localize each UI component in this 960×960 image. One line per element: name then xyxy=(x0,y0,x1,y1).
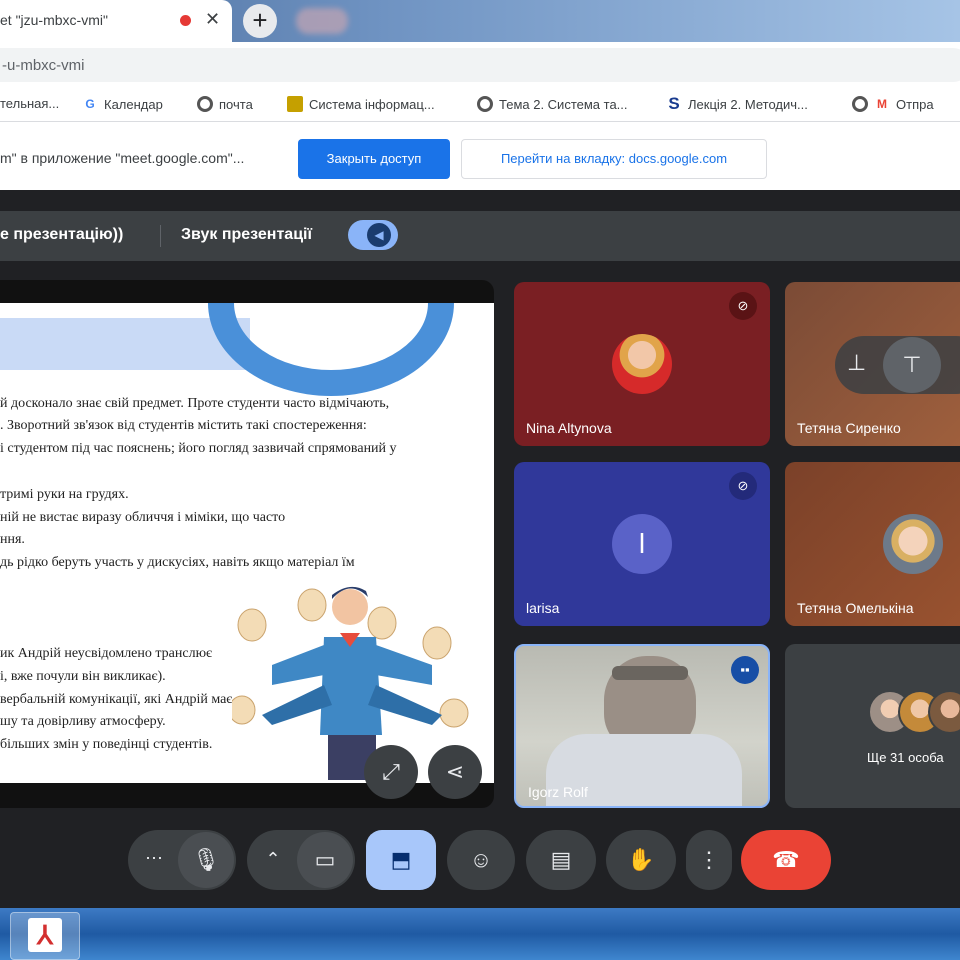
slide-text-line: більших змін у поведінці студентів. xyxy=(0,737,213,752)
avatar: l xyxy=(612,514,672,574)
tab-title: et "jzu-mbxc-vmi" xyxy=(0,12,108,28)
mic-button[interactable]: 🎙 xyxy=(178,832,234,888)
emoji-button[interactable]: ☺ xyxy=(447,830,515,890)
gmail-icon: M xyxy=(877,97,887,111)
speaking-indicator-icon: ▪▪ xyxy=(731,656,759,684)
more-options-button[interactable]: ⋮ xyxy=(686,830,732,890)
bookmark-item[interactable]: G Календар xyxy=(82,96,163,112)
camera-button[interactable]: ▭ xyxy=(297,832,353,888)
share-icon[interactable]: ⋖ xyxy=(428,745,482,799)
camera-control-group: ⌃ ▭ xyxy=(247,830,355,890)
divider xyxy=(160,225,161,247)
recording-dot-icon xyxy=(180,15,191,26)
presentation-bar xyxy=(0,211,960,261)
presentation-audio-label: Звук презентації xyxy=(181,226,312,243)
slide-text-line: і, вже почули він викликає). xyxy=(0,669,166,684)
slide-text-line: дь рідко беруть участь у дискусіях, наві… xyxy=(0,555,355,570)
more-participants-tile[interactable]: Ще 31 особа xyxy=(785,644,960,808)
leave-call-button[interactable]: ☎ xyxy=(741,830,831,890)
s-icon: S xyxy=(668,94,680,113)
avatar xyxy=(883,514,943,574)
slide-text-line: ння. xyxy=(0,532,25,547)
globe-icon xyxy=(197,96,213,112)
participant-tile[interactable]: ⊘ Nina Altynova xyxy=(514,282,770,446)
windows-taskbar xyxy=(0,908,960,960)
expand-icon[interactable]: ⤢ xyxy=(364,745,418,799)
address-text[interactable]: -u-mbxc-vmi xyxy=(2,57,85,74)
tab-close-button[interactable]: ✕ xyxy=(205,9,220,30)
slide-text-line: ик Андрій неусвідомлено транслює xyxy=(0,646,213,661)
blurred-tab-icon[interactable] xyxy=(296,8,348,34)
slide-text-line: ній не вистає виразу обличчя і міміки, щ… xyxy=(0,510,286,525)
participant-tile[interactable]: Тетяна Омелькіна xyxy=(785,462,960,626)
slide-text-line: і студентом під час пояснень; його погля… xyxy=(0,441,397,456)
mic-control-group: ⋯ 🎙 xyxy=(128,830,236,890)
google-icon: G xyxy=(85,97,95,111)
slide-text-line: . Зворотний зв'язок від студентів містит… xyxy=(0,418,367,433)
participant-name: Nina Altynova xyxy=(526,420,612,436)
participant-name: Тетяна Омелькіна xyxy=(797,600,914,616)
participant-tile[interactable]: l ⊘ larisa xyxy=(514,462,770,626)
slide-text-line: й досконало знає свій предмет. Проте сту… xyxy=(0,396,390,411)
participant-name: larisa xyxy=(526,600,560,616)
bookmark-item[interactable]: почта xyxy=(197,96,253,112)
raise-hand-button[interactable]: ✋ xyxy=(606,830,676,890)
globe-icon xyxy=(852,96,868,112)
slide-text-line: шу та довірливу атмосферу. xyxy=(0,714,166,729)
mic-off-icon: ⊘ xyxy=(729,472,757,500)
bookmark-item[interactable]: M Отпра xyxy=(852,96,934,112)
more-people-label: Ще 31 особа xyxy=(867,750,944,765)
globe-icon xyxy=(477,96,493,112)
pin-icon[interactable]: ⊥ xyxy=(847,350,866,376)
pdf-icon: ⅄ xyxy=(28,918,62,952)
unpin-icon[interactable]: ⊤ xyxy=(883,337,941,393)
new-tab-button[interactable]: + xyxy=(243,4,277,38)
bookmark-item[interactable]: тельная... xyxy=(0,96,59,111)
stop-sharing-button[interactable]: Закрыть доступ xyxy=(298,139,450,179)
participant-video-hair xyxy=(612,666,688,680)
sharing-message: m" в приложение "meet.google.com"... xyxy=(0,150,245,166)
audio-options-button[interactable]: ⋯ xyxy=(128,830,180,890)
stop-presenting-button[interactable]: е презентацію)) xyxy=(0,226,123,244)
mic-off-icon: ⊘ xyxy=(729,292,757,320)
slide-text-line: тримі руки на грудях. xyxy=(0,487,129,502)
bookmark-item[interactable]: S Лекція 2. Методич... xyxy=(666,94,808,113)
participant-tile[interactable]: ▪▪ Igorz Rolf xyxy=(514,644,770,808)
speaker-icon: ◀ xyxy=(367,223,391,247)
captions-button[interactable]: ▤ xyxy=(526,830,596,890)
participant-tile[interactable]: ⊥ ⊤ Тетяна Сиренко xyxy=(785,282,960,446)
avatar xyxy=(612,334,672,394)
site-icon xyxy=(287,96,303,112)
present-button[interactable]: ⬒ xyxy=(366,830,436,890)
bookmark-item[interactable]: Тема 2. Система та... xyxy=(477,96,628,112)
slide-illustration xyxy=(232,585,472,780)
bookmark-item[interactable]: Система інформац... xyxy=(287,96,435,112)
participant-name: Igorz Rolf xyxy=(528,784,588,800)
address-bar[interactable] xyxy=(0,48,960,82)
participant-name: Тетяна Сиренко xyxy=(797,420,901,436)
video-options-button[interactable]: ⌃ xyxy=(247,830,299,890)
slide-ring-graphic xyxy=(208,303,454,396)
slide-text-line: вербальній комунікації, які Андрій має xyxy=(0,692,233,707)
switch-to-tab-button[interactable]: Перейти на вкладку: docs.google.com xyxy=(461,139,767,179)
